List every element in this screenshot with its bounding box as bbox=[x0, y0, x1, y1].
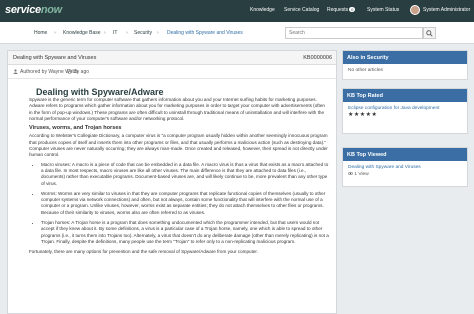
breadcrumb-it[interactable]: IT bbox=[113, 30, 117, 36]
nav-user-name[interactable]: System Administrator bbox=[423, 7, 470, 13]
user-avatar[interactable] bbox=[410, 5, 420, 15]
list-item-macro-viruses: Macro viruses: A macro is a piece of cod… bbox=[41, 162, 329, 187]
breadcrumb-separator-icon: › bbox=[104, 29, 106, 36]
search-icon bbox=[426, 30, 433, 37]
clock-icon bbox=[67, 69, 72, 74]
article-number: KB0000006 bbox=[303, 55, 332, 61]
also-in-title: Also in Security bbox=[343, 51, 467, 64]
article-panel-header: Dealing with Spyware and Viruses KB00000… bbox=[8, 51, 336, 65]
breadcrumb-security[interactable]: Security bbox=[134, 30, 152, 36]
list-item-trojan-horses: Trojan horses: A Trojan horse is a progr… bbox=[41, 220, 329, 245]
section-heading-viruses: Viruses, worms, and Trojan horses bbox=[29, 125, 122, 132]
article-age: 3y ago bbox=[74, 69, 90, 75]
breadcrumb-home[interactable]: Home bbox=[34, 30, 47, 36]
user-icon bbox=[13, 69, 18, 74]
top-viewed-widget: KB Top Viewed Dealing with Spyware and V… bbox=[342, 147, 468, 187]
nav-requests[interactable]: Requests 0 bbox=[327, 7, 356, 13]
logo-service-text: service bbox=[5, 4, 41, 16]
nav-service-catalog[interactable]: Service Catalog bbox=[284, 7, 319, 13]
nav-requests-label: Requests bbox=[327, 7, 349, 13]
eye-icon bbox=[348, 171, 353, 176]
top-rated-title: KB Top Rated bbox=[343, 89, 467, 102]
article-title: Dealing with Spyware/Adware bbox=[36, 87, 164, 97]
article-body: Spyware is the generic term for computer… bbox=[29, 97, 329, 259]
servicenow-logo[interactable]: servicenow bbox=[5, 4, 62, 16]
logo-now-text: now bbox=[40, 4, 62, 16]
nav-system-status[interactable]: System Status bbox=[367, 7, 399, 13]
article-closing: Fortunately, there are many options for … bbox=[29, 249, 258, 255]
breadcrumb-separator-icon: › bbox=[54, 29, 56, 36]
top-viewed-count: 1 View bbox=[348, 171, 462, 178]
top-viewed-title: KB Top Viewed bbox=[343, 148, 467, 161]
list-item-worms: Worms: Worms are very similar to viruses… bbox=[41, 191, 329, 216]
breadcrumb-current-article: Dealing with Spyware and Viruses bbox=[167, 30, 243, 36]
also-in-empty: No other articles bbox=[348, 68, 383, 73]
search-input[interactable] bbox=[285, 27, 423, 39]
breadcrumb-separator-icon: › bbox=[157, 29, 159, 36]
breadcrumb-bar: Home › Knowledge Base › IT › Security › … bbox=[0, 22, 474, 44]
top-viewed-views: 1 View bbox=[354, 171, 369, 177]
article-intro: Spyware is the generic term for computer… bbox=[29, 97, 325, 121]
nav-knowledge[interactable]: Knowledge bbox=[250, 7, 275, 13]
top-navbar: servicenow Knowledge Service Catalog Req… bbox=[0, 0, 474, 22]
search-button[interactable] bbox=[423, 27, 436, 39]
requests-count-badge: 0 bbox=[349, 7, 356, 12]
star-rating-icon: ★★★★★ bbox=[348, 112, 378, 118]
top-rated-widget: KB Top Rated Eclipse configuration for J… bbox=[342, 88, 468, 134]
also-in-widget: Also in Security No other articles bbox=[342, 50, 468, 80]
article-meta: Authored by Wayne Webb 3y ago bbox=[8, 65, 336, 79]
breadcrumb-separator-icon: › bbox=[126, 29, 128, 36]
virus-types-list: Macro viruses: A macro is a piece of cod… bbox=[29, 162, 329, 246]
virus-definition: According to Webster's Collegiate Dictio… bbox=[29, 133, 328, 158]
article-header-title: Dealing with Spyware and Viruses bbox=[13, 55, 97, 61]
breadcrumb-knowledge-base[interactable]: Knowledge Base bbox=[63, 30, 101, 36]
